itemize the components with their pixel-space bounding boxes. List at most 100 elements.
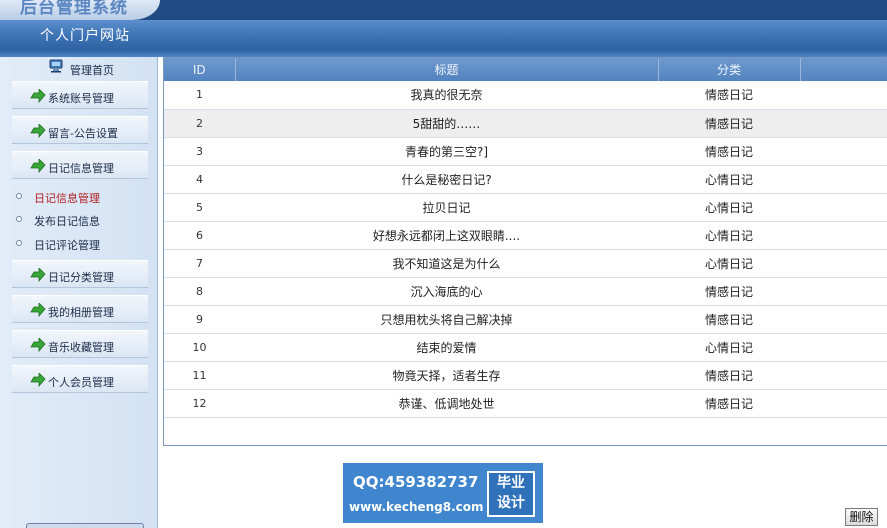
green-arrow-icon <box>30 124 46 138</box>
cell-id: 7 <box>164 249 235 278</box>
table-row[interactable]: 3 青春的第三空?] 情感日记 <box>164 137 887 166</box>
bullet-icon <box>16 240 22 246</box>
cell-id: 9 <box>164 305 235 334</box>
cell-empty <box>800 361 887 390</box>
bullet-icon <box>16 216 22 222</box>
cell-title[interactable]: 恭谨、低调地处世 <box>235 389 658 418</box>
badge-line-1: 毕业 <box>497 475 525 491</box>
cell-empty <box>800 193 887 222</box>
table-row[interactable]: 12 恭谨、低调地处世 情感日记 <box>164 389 887 418</box>
table-row[interactable]: 1 我真的很无奈 情感日记 <box>164 81 887 110</box>
submenu-label: 发布日记信息 <box>34 215 100 228</box>
menu-photo-album[interactable]: 我的相册管理 <box>12 295 148 323</box>
home-link[interactable]: 管理首页 <box>0 57 158 79</box>
cell-title[interactable]: 沉入海底的心 <box>235 277 658 306</box>
home-label: 管理首页 <box>70 64 114 77</box>
menu-diary-info[interactable]: 日记信息管理 <box>12 151 148 179</box>
cell-empty <box>800 81 887 110</box>
delete-button[interactable]: 删除 <box>845 508 878 526</box>
header-bar: 个人门户网站 <box>0 20 887 50</box>
table-row[interactable]: 7 我不知道这是为什么 心情日记 <box>164 249 887 278</box>
cell-title[interactable]: 我真的很无奈 <box>235 81 658 110</box>
computer-icon <box>49 59 63 73</box>
cell-title[interactable]: 拉贝日记 <box>235 193 658 222</box>
diary-table: ID 标题 分类 1 我真的很无奈 情感日记 2 5甜甜的…… 情感日记 3 青… <box>164 58 887 418</box>
cell-id: 4 <box>164 165 235 194</box>
site-title: 个人门户网站 <box>40 28 130 44</box>
cell-category: 情感日记 <box>658 81 800 110</box>
menu-label: 个人会员管理 <box>48 376 114 389</box>
cell-category: 情感日记 <box>658 305 800 334</box>
cell-title[interactable]: 我不知道这是为什么 <box>235 249 658 278</box>
column-header-empty <box>800 58 887 81</box>
cell-empty <box>800 333 887 362</box>
header-divider <box>0 50 887 57</box>
cell-title[interactable]: 只想用枕头将自己解决掉 <box>235 305 658 334</box>
menu-music-collection[interactable]: 音乐收藏管理 <box>12 330 148 358</box>
menu-guestbook-notice[interactable]: 留言-公告设置 <box>12 116 148 144</box>
green-arrow-icon <box>30 373 46 387</box>
cell-id: 3 <box>164 137 235 166</box>
cell-title[interactable]: 青春的第三空?] <box>235 137 658 166</box>
green-arrow-icon <box>30 338 46 352</box>
table-row[interactable]: 8 沉入海底的心 情感日记 <box>164 277 887 306</box>
cell-id: 5 <box>164 193 235 222</box>
column-header-id: ID <box>164 58 236 81</box>
cell-id: 12 <box>164 389 235 418</box>
cell-category: 情感日记 <box>658 109 800 138</box>
table-row[interactable]: 4 什么是秘密日记? 心情日记 <box>164 165 887 194</box>
cell-title[interactable]: 好想永远都闭上这双眼睛.... <box>235 221 658 250</box>
cell-category: 情感日记 <box>658 137 800 166</box>
badge-line-2: 设计 <box>497 495 525 511</box>
menu-system-accounts[interactable]: 系统账号管理 <box>12 81 148 109</box>
cell-title[interactable]: 5甜甜的…… <box>235 109 658 138</box>
cell-empty <box>800 249 887 278</box>
cell-empty <box>800 165 887 194</box>
cell-category: 心情日记 <box>658 333 800 362</box>
cell-id: 10 <box>164 333 235 362</box>
green-arrow-icon <box>30 268 46 282</box>
cell-category: 心情日记 <box>658 165 800 194</box>
bullet-icon <box>16 193 22 199</box>
cell-id: 6 <box>164 221 235 250</box>
table-row[interactable]: 2 5甜甜的…… 情感日记 <box>164 109 887 138</box>
table-row[interactable]: 9 只想用枕头将自己解决掉 情感日记 <box>164 305 887 334</box>
qq-number: QQ:459382737 <box>353 473 479 491</box>
cell-title[interactable]: 物竟天择，适者生存 <box>235 361 658 390</box>
menu-label: 留言-公告设置 <box>48 127 118 140</box>
cell-empty <box>800 277 887 306</box>
main-content: ID 标题 分类 1 我真的很无奈 情感日记 2 5甜甜的…… 情感日记 3 青… <box>163 57 887 528</box>
cell-category: 心情日记 <box>658 249 800 278</box>
green-arrow-icon <box>30 303 46 317</box>
cell-id: 11 <box>164 361 235 390</box>
cell-category: 情感日记 <box>658 277 800 306</box>
cell-empty <box>800 221 887 250</box>
cell-id: 1 <box>164 81 235 110</box>
menu-members[interactable]: 个人会员管理 <box>12 365 148 393</box>
top-banner: 后台管理系统 <box>0 0 887 20</box>
menu-label: 系统账号管理 <box>48 92 114 105</box>
graduation-design-badge: 毕业 设计 <box>487 471 535 517</box>
submenu-label: 日记信息管理 <box>34 192 100 205</box>
table-row[interactable]: 5 拉贝日记 心情日记 <box>164 193 887 222</box>
menu-diary-category[interactable]: 日记分类管理 <box>12 260 148 288</box>
menu-label: 日记信息管理 <box>48 162 114 175</box>
table-row[interactable]: 10 结束的爱情 心情日记 <box>164 333 887 362</box>
sidebar: 管理首页 系统账号管理 留言-公告设置 日记信息管理 日记信息管理 发布日记信息… <box>0 57 158 528</box>
watermark-banner: QQ:459382737 www.kecheng8.com 毕业 设计 <box>343 463 543 523</box>
logo-tab: 后台管理系统 <box>0 0 160 20</box>
cell-id: 2 <box>164 109 235 138</box>
cell-category: 心情日记 <box>658 193 800 222</box>
table-row[interactable]: 6 好想永远都闭上这双眼睛.... 心情日记 <box>164 221 887 250</box>
cell-id: 8 <box>164 277 235 306</box>
cell-empty <box>800 137 887 166</box>
column-header-title: 标题 <box>235 58 659 81</box>
cell-empty <box>800 305 887 334</box>
cell-category: 情感日记 <box>658 389 800 418</box>
cell-title[interactable]: 结束的爱情 <box>235 333 658 362</box>
green-arrow-icon <box>30 89 46 103</box>
table-row[interactable]: 11 物竟天择，适者生存 情感日记 <box>164 361 887 390</box>
cell-title[interactable]: 什么是秘密日记? <box>235 165 658 194</box>
menu-label: 我的相册管理 <box>48 306 114 319</box>
cell-category: 情感日记 <box>658 361 800 390</box>
